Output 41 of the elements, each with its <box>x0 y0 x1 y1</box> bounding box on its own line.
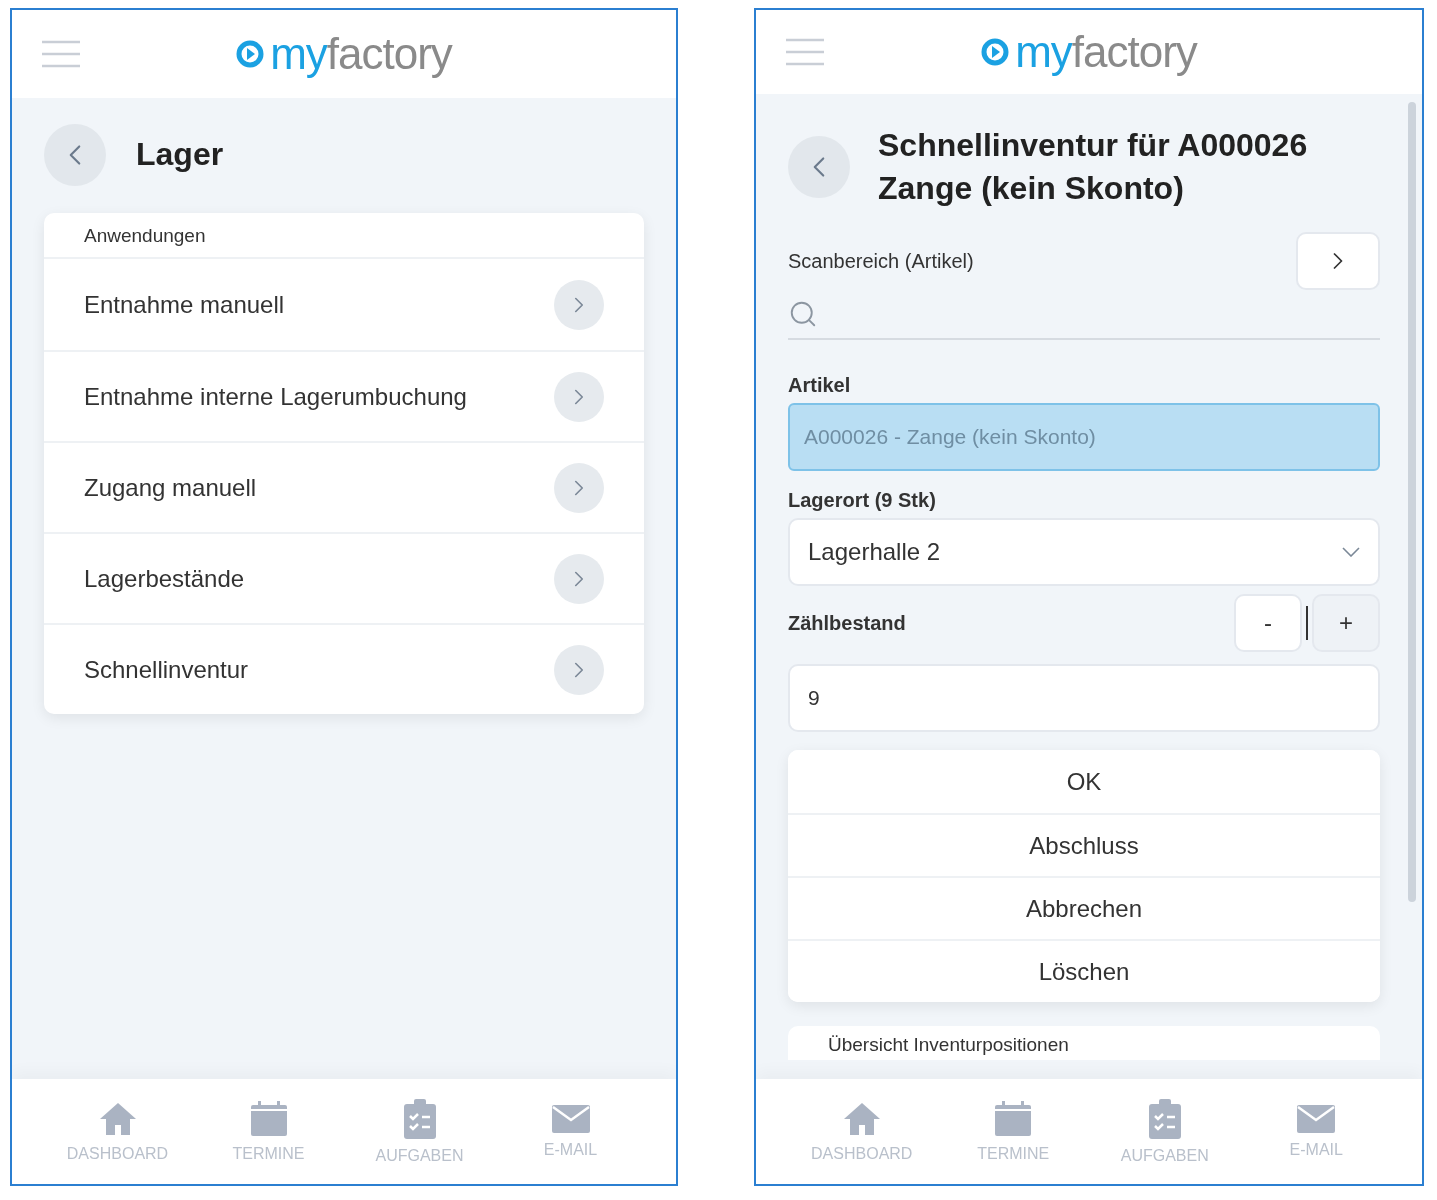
menu-item[interactable]: Entnahme manuell <box>44 259 644 350</box>
scrollbar[interactable] <box>1408 102 1416 902</box>
chevron-right-icon <box>554 279 604 330</box>
action-button[interactable]: OK <box>788 750 1380 814</box>
menu-item[interactable]: Zugang manuell <box>44 441 644 532</box>
count-field[interactable]: 9 <box>788 664 1380 733</box>
chevron-right-icon <box>554 553 604 604</box>
clipboard-icon <box>1147 1098 1182 1139</box>
logo-text: myfactory <box>270 29 452 79</box>
menu-item[interactable]: Entnahme interne Lagerumbuchung <box>44 350 644 441</box>
play-circle-icon <box>981 38 1010 66</box>
overview-card[interactable]: Übersicht Inventurpositionen <box>788 1026 1380 1061</box>
next-button[interactable] <box>1296 232 1380 291</box>
location-select[interactable]: Lagerhalle 2 <box>788 518 1380 587</box>
chevron-right-icon <box>554 371 604 422</box>
mail-icon <box>1297 1104 1336 1133</box>
menu-item[interactable]: Lagerbestände <box>44 532 644 623</box>
action-button[interactable]: Löschen <box>788 939 1380 1003</box>
logo-text: myfactory <box>1015 27 1197 77</box>
menu-icon[interactable] <box>786 38 824 66</box>
field-label: Zählbestand <box>788 611 906 635</box>
action-button[interactable]: Abbrechen <box>788 876 1380 940</box>
calendar-icon <box>249 1100 288 1137</box>
menu-icon[interactable] <box>42 40 80 68</box>
menu-item[interactable]: Schnellinventur <box>44 623 644 714</box>
page-title: Schnellinventur für A000026 Zange (kein Skonto) <box>878 126 1309 209</box>
increment-button[interactable]: + <box>1312 594 1380 653</box>
chevron-right-icon <box>554 644 604 695</box>
calendar-icon <box>994 1100 1033 1137</box>
play-circle-icon <box>236 40 265 68</box>
chevron-right-icon <box>554 462 604 513</box>
field-label: Lagerort (9 Stk) <box>788 489 937 513</box>
action-button[interactable]: Abschluss <box>788 813 1380 877</box>
page-title: Lager <box>136 135 224 175</box>
clipboard-icon <box>402 1098 437 1139</box>
field-label: Artikel <box>788 374 852 398</box>
mail-icon <box>551 1104 590 1133</box>
section-label: Anwendungen <box>44 213 644 259</box>
chevron-down-icon <box>1342 547 1360 558</box>
field-label: Scanbereich (Artikel) <box>788 249 974 273</box>
decrement-button[interactable]: - <box>1234 594 1302 653</box>
